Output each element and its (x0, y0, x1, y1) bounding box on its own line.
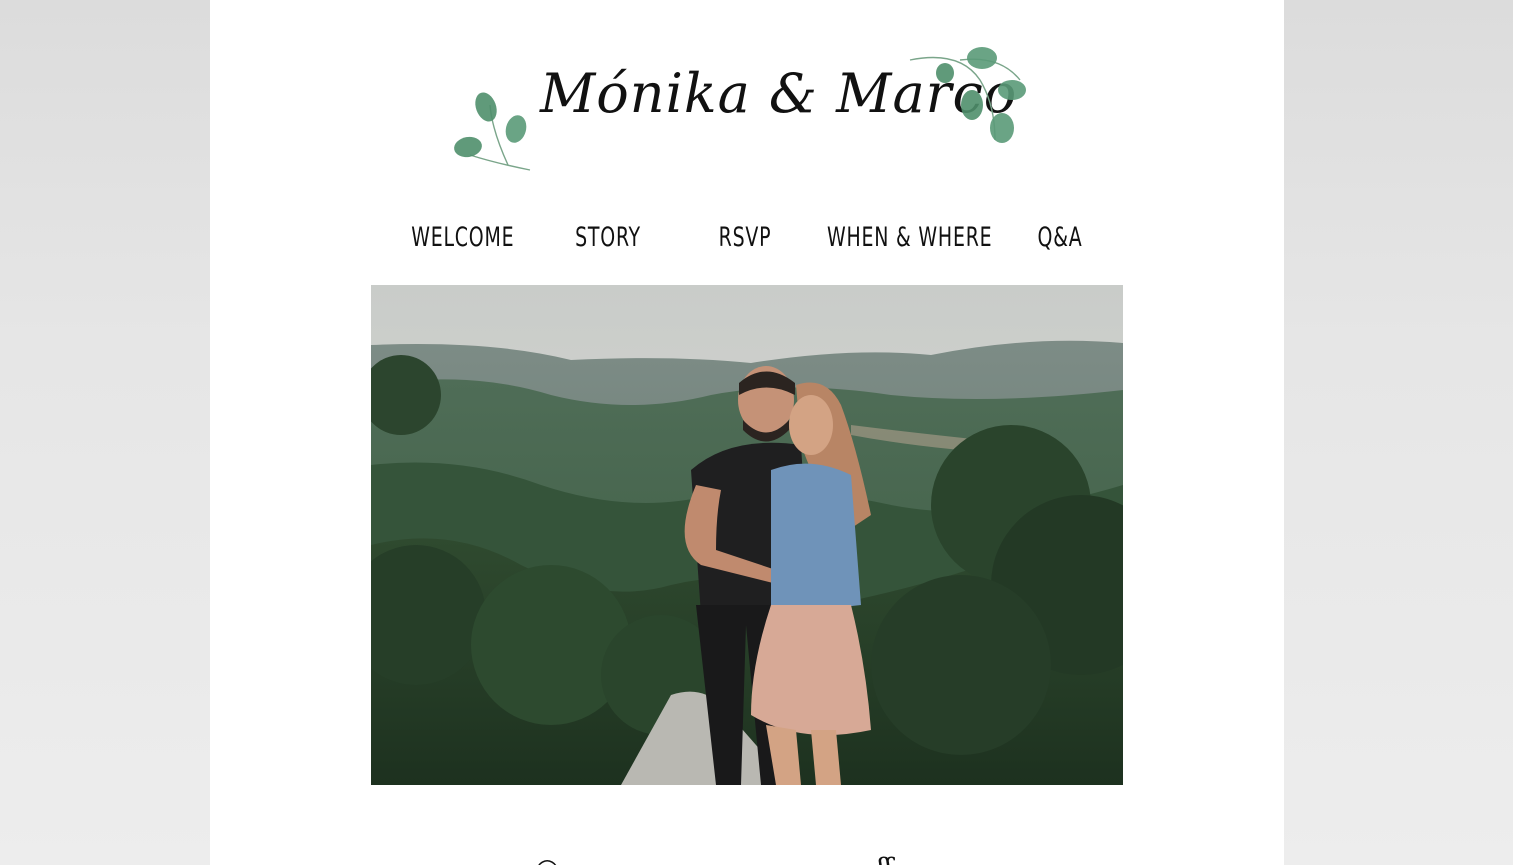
partial-heading-left: ◠ (535, 852, 559, 865)
nav-story[interactable]: STORY (561, 218, 655, 258)
nav-when-where[interactable]: WHEN & WHERE (827, 218, 992, 258)
page-container: Mónika & Marco WELCOME STORY RSVP WHEN &… (210, 0, 1284, 865)
eucalyptus-left-icon (454, 92, 531, 171)
eucalyptus-right-icon (909, 47, 1026, 143)
couple-photo-image (371, 285, 1123, 785)
nav-welcome[interactable]: WELCOME (411, 218, 513, 258)
partial-heading-right: ʃʃ (878, 852, 893, 865)
couple-names-title: Mónika & Marco (540, 62, 1018, 125)
header-logo[interactable]: Mónika & Marco (450, 40, 1050, 180)
main-navigation: WELCOME STORY RSVP WHEN & WHERE Q&A (370, 218, 1122, 262)
hero-photo (371, 285, 1123, 785)
nav-rsvp[interactable]: RSVP (706, 218, 784, 258)
nav-qa[interactable]: Q&A (1021, 218, 1099, 258)
